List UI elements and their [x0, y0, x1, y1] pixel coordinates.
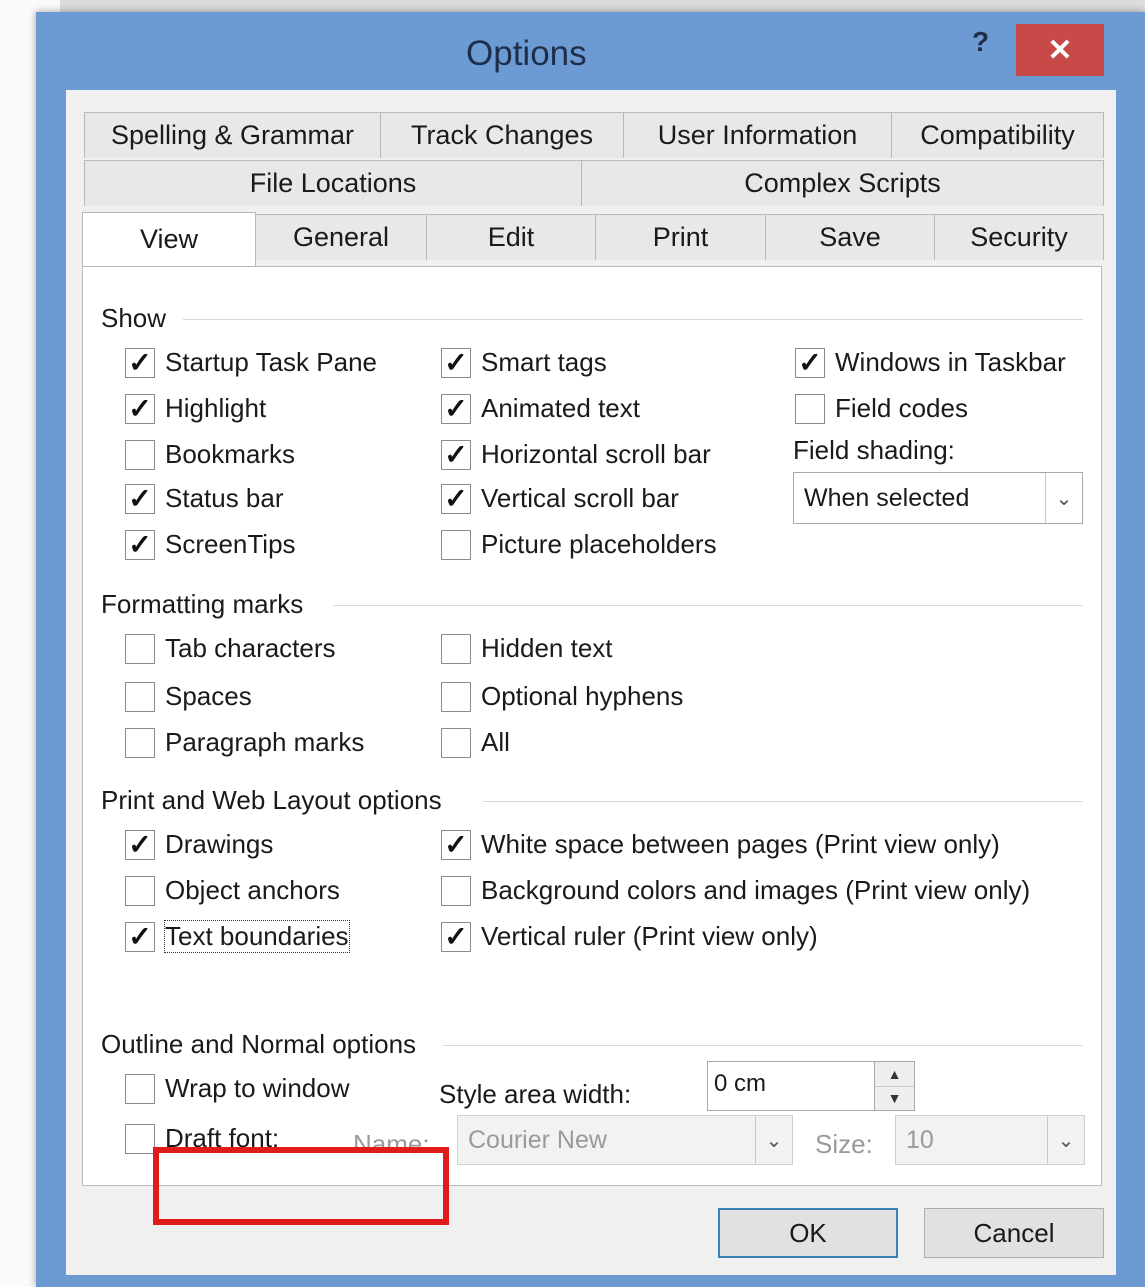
checkbox-box: ✓: [125, 483, 155, 514]
text-boundaries-checkbox[interactable]: ✓ Text boundaries: [125, 920, 350, 953]
font-name-select[interactable]: Courier New ⌄: [457, 1115, 793, 1165]
tab-characters-checkbox[interactable]: Tab characters: [125, 633, 336, 664]
highlight-checkbox[interactable]: ✓ Highlight: [125, 393, 266, 424]
checkbox-box: [441, 633, 471, 664]
checkbox-box: ✓: [441, 347, 471, 378]
spinner-buttons[interactable]: ▲ ▼: [875, 1061, 915, 1111]
all-checkbox[interactable]: All: [441, 727, 510, 758]
dialog-client-area: Spelling & Grammar Track Changes User In…: [66, 90, 1116, 1275]
tab-user-information[interactable]: User Information: [623, 112, 892, 158]
options-dialog: Options ? ✕ Spelling & Grammar Track Cha…: [36, 12, 1145, 1287]
spaces-checkbox[interactable]: Spaces: [125, 681, 252, 712]
ok-button[interactable]: OK: [718, 1208, 898, 1258]
spin-down-icon[interactable]: ▼: [875, 1086, 914, 1110]
drawings-checkbox[interactable]: ✓ Drawings: [125, 829, 273, 860]
checkbox-box: [125, 1073, 155, 1104]
background-colors-checkbox[interactable]: Background colors and images (Print view…: [441, 875, 1030, 906]
optional-hyphens-checkbox[interactable]: Optional hyphens: [441, 681, 683, 712]
outline-divider: [443, 1045, 1083, 1046]
dialog-title: Options: [466, 34, 587, 73]
font-size-label: Size:: [815, 1129, 873, 1159]
checkbox-box: [795, 393, 825, 424]
tab-track-changes[interactable]: Track Changes: [380, 112, 624, 158]
startup-task-pane-checkbox[interactable]: ✓ Startup Task Pane: [125, 347, 377, 378]
formatting-marks-heading: Formatting marks: [101, 589, 304, 619]
font-name-label: Name:: [353, 1129, 430, 1159]
bookmarks-checkbox[interactable]: Bookmarks: [125, 439, 295, 470]
hidden-text-checkbox[interactable]: Hidden text: [441, 633, 613, 664]
tab-spelling-grammar[interactable]: Spelling & Grammar: [84, 112, 381, 158]
screentips-checkbox[interactable]: ✓ ScreenTips: [125, 529, 296, 560]
vertical-ruler-checkbox[interactable]: ✓ Vertical ruler (Print view only): [441, 921, 818, 952]
smart-tags-checkbox[interactable]: ✓ Smart tags: [441, 347, 607, 378]
tab-compatibility[interactable]: Compatibility: [891, 112, 1104, 158]
checkbox-box: ✓: [125, 529, 155, 560]
chevron-down-icon: ⌄: [755, 1116, 792, 1164]
vertical-scroll-bar-checkbox[interactable]: ✓ Vertical scroll bar: [441, 483, 679, 514]
checkbox-box: [125, 439, 155, 470]
style-area-width-input[interactable]: 0 cm: [707, 1061, 875, 1111]
checkbox-box: ✓: [125, 347, 155, 378]
tab-general[interactable]: General: [255, 214, 427, 260]
chevron-down-icon: ⌄: [1047, 1116, 1084, 1164]
checkbox-box: ✓: [441, 439, 471, 470]
checkbox-box: [441, 681, 471, 712]
show-divider: [183, 319, 1083, 320]
tab-file-locations[interactable]: File Locations: [84, 160, 582, 206]
spin-up-icon[interactable]: ▲: [875, 1062, 914, 1087]
checkbox-box: ✓: [125, 921, 155, 952]
status-bar-checkbox[interactable]: ✓ Status bar: [125, 483, 284, 514]
style-area-width-label: Style area width:: [439, 1079, 632, 1109]
close-icon: ✕: [1047, 33, 1073, 67]
checkbox-box: [125, 681, 155, 712]
checkbox-box: [125, 1123, 155, 1154]
checkbox-box: ✓: [795, 347, 825, 378]
tab-complex-scripts[interactable]: Complex Scripts: [581, 160, 1104, 206]
field-codes-checkbox[interactable]: Field codes: [795, 393, 968, 424]
checkbox-box: ✓: [441, 393, 471, 424]
tab-view[interactable]: View: [82, 212, 256, 266]
paragraph-marks-checkbox[interactable]: Paragraph marks: [125, 727, 364, 758]
print-web-layout-heading: Print and Web Layout options: [101, 785, 442, 815]
horizontal-scroll-bar-checkbox[interactable]: ✓ Horizontal scroll bar: [441, 439, 711, 470]
print-layout-divider: [483, 801, 1083, 802]
draft-font-checkbox[interactable]: Draft font:: [125, 1123, 279, 1154]
formatting-divider: [333, 605, 1083, 606]
tab-print[interactable]: Print: [595, 214, 766, 260]
help-button[interactable]: ?: [972, 26, 989, 58]
field-shading-label: Field shading:: [793, 435, 955, 465]
checkbox-box: [125, 875, 155, 906]
chevron-down-icon: ⌄: [1045, 473, 1082, 523]
close-button[interactable]: ✕: [1016, 24, 1104, 76]
wrap-to-window-checkbox[interactable]: Wrap to window: [125, 1073, 350, 1104]
checkbox-box: [441, 727, 471, 758]
white-space-between-pages-checkbox[interactable]: ✓ White space between pages (Print view o…: [441, 829, 1000, 860]
picture-placeholders-checkbox[interactable]: Picture placeholders: [441, 529, 717, 560]
font-size-select[interactable]: 10 ⌄: [895, 1115, 1085, 1165]
checkbox-box: [125, 727, 155, 758]
cancel-button[interactable]: Cancel: [924, 1208, 1104, 1258]
tab-save[interactable]: Save: [765, 214, 935, 260]
show-group-heading: Show: [101, 303, 167, 333]
object-anchors-checkbox[interactable]: Object anchors: [125, 875, 340, 906]
animated-text-checkbox[interactable]: ✓ Animated text: [441, 393, 640, 424]
outline-normal-heading: Outline and Normal options: [101, 1029, 417, 1059]
field-shading-select[interactable]: When selected ⌄: [793, 472, 1083, 524]
checkbox-box: ✓: [125, 393, 155, 424]
checkbox-box: [125, 633, 155, 664]
tab-edit[interactable]: Edit: [426, 214, 596, 260]
style-area-width-spinner[interactable]: 0 cm ▲ ▼: [707, 1061, 915, 1111]
checkbox-box: ✓: [441, 921, 471, 952]
checkbox-box: ✓: [441, 829, 471, 860]
checkbox-box: ✓: [125, 829, 155, 860]
windows-in-taskbar-checkbox[interactable]: ✓ Windows in Taskbar: [795, 347, 1066, 378]
checkbox-box: [441, 875, 471, 906]
view-tab-panel: Show ✓ Startup Task Pane ✓ Highlight Bookm…: [82, 266, 1102, 1225]
checkbox-box: ✓: [441, 483, 471, 514]
checkbox-box: [441, 529, 471, 560]
tab-security[interactable]: Security: [934, 214, 1104, 260]
